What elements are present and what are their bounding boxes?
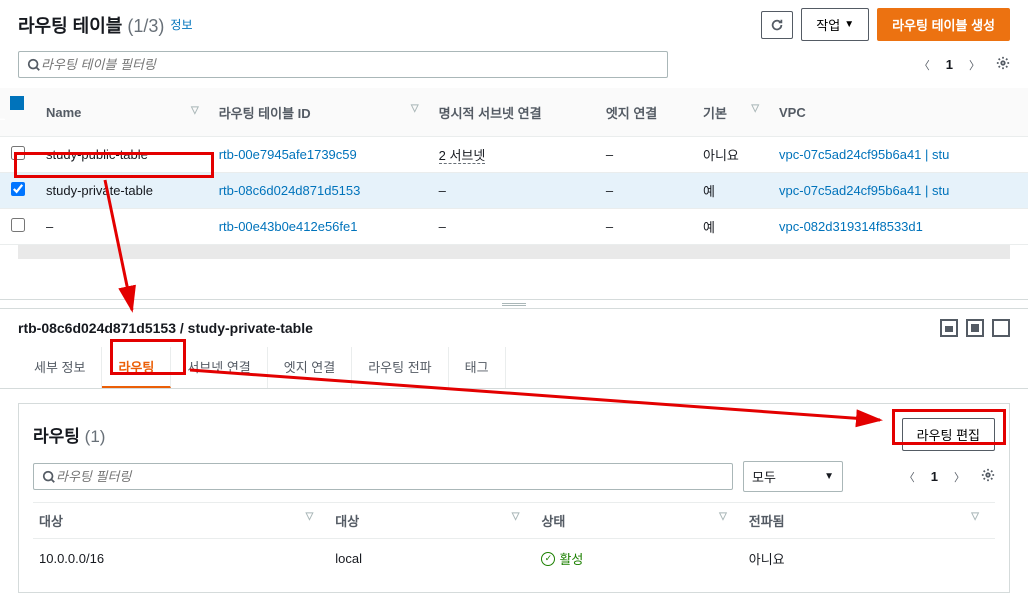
pane-resizer[interactable] [0,299,1028,309]
select-all-checkbox[interactable] [10,96,24,110]
filter-search[interactable] [18,51,668,78]
row-checkbox[interactable] [11,218,25,232]
layout-split-icon[interactable] [940,319,958,337]
cell-propagated: 아니요 [743,539,995,579]
table-row[interactable]: –rtb-00e43b0e412e56fe1––예vpc-082d319314f… [0,209,1028,245]
cell-target: local [329,539,535,579]
table-row[interactable]: study-private-table rtb-08c6d024d871d5153… [0,173,1028,209]
routes-title: 라우팅 (1) [33,422,105,447]
cell-name: – [36,209,209,245]
cell-explicit: 2 서브넷 [429,137,596,173]
rcol-status[interactable]: 상태▽ [535,503,742,539]
route-tables-table: − Name▽ 라우팅 테이블 ID▽ 명시적 서브넷 연결 엣지 연결 기본▽… [0,88,1028,245]
routes-table: 대상▽ 대상▽ 상태▽ 전파됨▽ 10.0.0.0/16local ✓활성 아니요 [33,502,995,578]
col-name[interactable]: Name▽ [36,88,209,137]
cell-main: 예 [693,173,769,209]
tab-tags[interactable]: 태그 [449,347,506,388]
routes-page-next[interactable]: 〉 [954,469,965,485]
tab-propagation[interactable]: 라우팅 전파 [352,347,448,388]
col-edge[interactable]: 엣지 연결 [596,88,693,137]
routes-settings-gear[interactable] [981,468,995,485]
route-row: 10.0.0.0/16local ✓활성 아니요 [33,539,995,579]
routes-filter-select[interactable]: 모두 ▼ [743,461,843,492]
search-icon [27,58,41,72]
refresh-icon [770,18,784,32]
search-icon [42,470,56,484]
caret-down-icon: ▼ [844,19,854,30]
rcol-propagated[interactable]: 전파됨▽ [743,503,995,539]
create-route-table-button[interactable]: 라우팅 테이블 생성 [877,8,1010,41]
route-table-id-link[interactable]: rtb-08c6d024d871d5153 [219,183,361,198]
col-vpc[interactable]: VPC [769,88,1028,137]
cell-name: study-public-table [36,137,209,173]
gear-icon [996,56,1010,70]
col-explicit[interactable]: 명시적 서브넷 연결 [429,88,596,137]
routes-filter-input[interactable] [56,469,724,484]
cell-edge: – [596,209,693,245]
info-link[interactable]: 정보 [170,16,192,33]
edit-routes-button[interactable]: 라우팅 편집 [902,418,995,451]
settings-gear[interactable] [996,56,1010,73]
cell-explicit: – [429,209,596,245]
page-number: 1 [946,57,953,72]
tab-details[interactable]: 세부 정보 [18,347,102,388]
gear-icon [981,468,995,482]
tab-routes[interactable]: 라우팅 [102,347,171,388]
cell-edge: – [596,173,693,209]
check-circle-icon: ✓ [541,552,555,566]
row-checkbox[interactable] [11,182,25,196]
caret-down-icon: ▼ [824,471,834,482]
route-table-id-link[interactable]: rtb-00e7945afe1739c59 [219,147,357,162]
cell-explicit: – [429,173,596,209]
layout-full-icon[interactable] [966,319,984,337]
selection-count: (1/3) [127,16,164,36]
cell-destination: 10.0.0.0/16 [33,539,329,579]
detail-tabs: 세부 정보 라우팅 서브넷 연결 엣지 연결 라우팅 전파 태그 [0,347,1028,389]
table-row[interactable]: study-public-table rtb-00e7945afe1739c59 2… [0,137,1028,173]
vpc-link[interactable]: vpc-07c5ad24cf95b6a41 | stu [779,147,949,162]
cell-main: 아니요 [693,137,769,173]
cell-main: 예 [693,209,769,245]
cell-edge: – [596,137,693,173]
routes-page-prev[interactable]: 〈 [904,469,915,485]
rcol-target[interactable]: 대상▽ [329,503,535,539]
filter-input[interactable] [41,57,659,72]
col-main[interactable]: 기본▽ [693,88,769,137]
tab-edge-assoc[interactable]: 엣지 연결 [268,347,352,388]
route-table-id-link[interactable]: rtb-00e43b0e412e56fe1 [219,219,358,234]
routes-filter[interactable] [33,463,733,490]
routes-page-number: 1 [931,469,938,484]
vpc-link[interactable]: vpc-082d319314f8533d1 [779,219,923,234]
routes-panel: 라우팅 (1) 라우팅 편집 모두 ▼ 〈 1 〉 대상▽ 대상▽ [18,403,1010,593]
page-prev[interactable]: 〈 [919,57,930,73]
detail-title: rtb-08c6d024d871d5153 / study-private-ta… [18,320,313,336]
cell-name: study-private-table [36,173,209,209]
layout-empty-icon[interactable] [992,319,1010,337]
status-active: ✓활성 [541,549,583,568]
horizontal-scrollbar[interactable] [18,245,1010,259]
tab-subnet-assoc[interactable]: 서브넷 연결 [171,347,267,388]
vpc-link[interactable]: vpc-07c5ad24cf95b6a41 | stu [779,183,949,198]
row-checkbox[interactable] [11,146,25,160]
page-next[interactable]: 〉 [969,57,980,73]
rcol-destination[interactable]: 대상▽ [33,503,329,539]
refresh-button[interactable] [761,11,793,39]
actions-button[interactable]: 작업 ▼ [801,8,869,41]
col-rtid[interactable]: 라우팅 테이블 ID▽ [209,88,429,137]
page-title: 라우팅 테이블 (1/3) [18,12,164,38]
sort-icon: ▽ [191,105,199,116]
